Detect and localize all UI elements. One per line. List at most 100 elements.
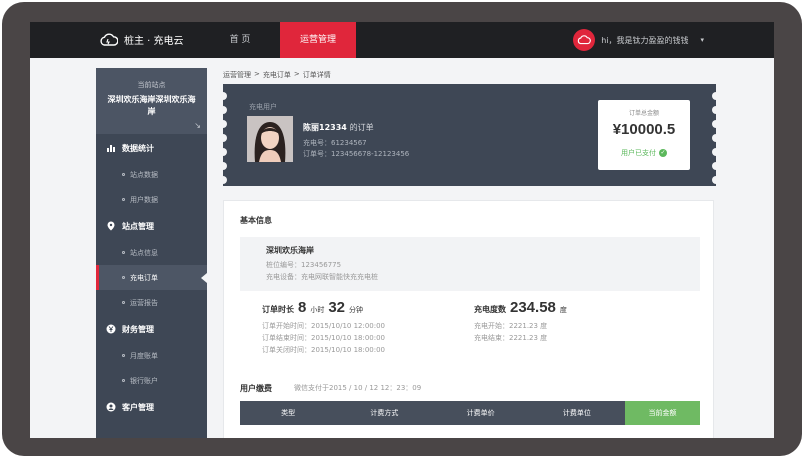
user-portrait-icon bbox=[247, 116, 293, 162]
basic-info-title: 基本信息 bbox=[240, 216, 272, 225]
order-ticket: 充电用户 陈丽12334 的订单 充电号：61234567 订单号：123456… bbox=[219, 84, 720, 186]
order-title: 陈丽12334 的订单 bbox=[303, 122, 374, 133]
cloud-icon bbox=[577, 35, 592, 45]
bullet-icon bbox=[122, 173, 125, 176]
sidebar-section-data[interactable]: 数据统计 bbox=[96, 134, 207, 162]
payment-status: 用户已支付 ✓ bbox=[598, 148, 690, 158]
brand-name: 桩主 · 充电云 bbox=[124, 36, 184, 47]
ticket-notch bbox=[712, 134, 720, 142]
expand-icon[interactable]: ↘ bbox=[194, 121, 201, 130]
sidebar-item-label: 银行账户 bbox=[130, 376, 158, 385]
hours-unit: 小时 bbox=[310, 306, 325, 314]
charge-start-reading: 充电开始：2221.23 度 bbox=[474, 322, 548, 330]
sidebar-item-label: 站点数据 bbox=[130, 170, 158, 179]
nav-home[interactable]: 首 页 bbox=[210, 22, 270, 58]
order-close-time: 订单关闭时间：2015/10/10 18:00:00 bbox=[262, 346, 386, 354]
ticket-notch bbox=[219, 162, 227, 170]
sidebar-item-station-info[interactable]: 站点信息 bbox=[96, 240, 207, 265]
ticket-notch bbox=[712, 92, 720, 100]
sidebar-item-user-data[interactable]: 用户数据 bbox=[96, 187, 207, 212]
bullet-icon bbox=[122, 379, 125, 382]
ticket-notch bbox=[219, 106, 227, 114]
duration-label: 订单时长 bbox=[262, 305, 294, 314]
order-user-name: 陈丽12334 bbox=[303, 123, 347, 132]
order-duration: 订单时长 8 小时 32 分钟 bbox=[262, 299, 363, 316]
order-end-time: 订单结束时间：2015/10/10 18:00:00 bbox=[262, 334, 386, 342]
sidebar-section-station[interactable]: 站点管理 bbox=[96, 212, 207, 240]
column-unit-price: 计费单价 bbox=[466, 409, 495, 417]
user-circle-icon bbox=[106, 402, 116, 412]
bullet-icon bbox=[122, 276, 125, 279]
ticket-notch bbox=[712, 106, 720, 114]
breadcrumb-ops[interactable]: 运营管理 bbox=[223, 70, 251, 80]
top-bar: 桩主 · 充电云 首 页 运营管理 hi，我是钛力盈盈的钱钱 ▾ bbox=[30, 22, 774, 58]
sidebar-item-label: 充电订单 bbox=[130, 273, 158, 282]
sidebar-item-label: 月度账单 bbox=[130, 351, 158, 360]
sidebar-section-finance[interactable]: 财务管理 bbox=[96, 315, 207, 343]
order-amount-card: 订单总金额 ¥10000.5 用户已支付 ✓ bbox=[598, 100, 690, 170]
order-number: 订单号：123456678-12123456 bbox=[303, 150, 410, 158]
payment-time: 微信支付于2015 / 10 / 12 12：23：09 bbox=[294, 384, 422, 392]
avatar bbox=[573, 29, 596, 51]
charged-energy: 充电度数 234.58 度 bbox=[474, 299, 567, 316]
bar-chart-icon bbox=[106, 143, 116, 153]
sidebar-item-charge-orders[interactable]: 充电订单 bbox=[96, 265, 207, 290]
breadcrumb-orders[interactable]: 充电订单 bbox=[263, 70, 291, 80]
breadcrumb-current: 订单详情 bbox=[302, 71, 331, 79]
breadcrumb-separator: > bbox=[293, 70, 300, 78]
ticket-notch bbox=[712, 162, 720, 170]
duration-minutes: 32 bbox=[328, 299, 346, 316]
bullet-icon bbox=[122, 301, 125, 304]
energy-unit: 度 bbox=[559, 306, 567, 314]
order-amount: ¥10000.5 bbox=[612, 121, 676, 138]
current-station-label: 当前站点 bbox=[137, 81, 166, 89]
sidebar-item-label: 用户数据 bbox=[130, 195, 158, 204]
ticket-notch bbox=[219, 134, 227, 142]
bullet-icon bbox=[122, 251, 125, 254]
check-circle-icon: ✓ bbox=[659, 149, 667, 157]
user-photo bbox=[247, 116, 293, 162]
cloud-icon bbox=[100, 33, 118, 46]
pile-number: 桩位编号：123456775 bbox=[266, 261, 342, 269]
order-detail-panel: 基本信息 深圳欢乐海岸 桩位编号：123456775 充电设备：充电网联智能快充… bbox=[223, 200, 714, 438]
app-screen: 桩主 · 充电云 首 页 运营管理 hi，我是钛力盈盈的钱钱 ▾ 当前站点 深圳… bbox=[30, 22, 774, 438]
ticket-notch bbox=[219, 176, 227, 184]
current-station[interactable]: 当前站点 深圳欢乐海岸深圳欢乐海岸 ↘ bbox=[96, 68, 207, 134]
bullet-icon bbox=[122, 198, 125, 201]
sidebar-item-label: 运营报告 bbox=[130, 298, 158, 307]
sidebar-item-ops-report[interactable]: 运营报告 bbox=[96, 290, 207, 315]
charge-number: 充电号：61234567 bbox=[303, 139, 367, 147]
sidebar-item-monthly-bill[interactable]: 月度账单 bbox=[96, 343, 207, 368]
column-type: 类型 bbox=[281, 409, 296, 417]
user-greeting: hi，我是钛力盈盈的钱钱 bbox=[601, 35, 689, 45]
column-billing-unit: 计费单位 bbox=[562, 409, 591, 417]
breadcrumb: 运营管理 > 充电订单 > 订单详情 bbox=[223, 70, 331, 80]
ticket-notch bbox=[219, 92, 227, 100]
column-current-amount: 当前金额 bbox=[625, 401, 700, 425]
nav-operations[interactable]: 运营管理 bbox=[280, 22, 356, 58]
sidebar-item-station-data[interactable]: 站点数据 bbox=[96, 162, 207, 187]
user-menu[interactable]: hi，我是钛力盈盈的钱钱 ▾ bbox=[573, 29, 704, 51]
brand-logo[interactable]: 桩主 · 充电云 bbox=[100, 32, 184, 47]
sidebar: 当前站点 深圳欢乐海岸深圳欢乐海岸 ↘ 数据统计 站点数据 用户数据 站点管理 … bbox=[96, 68, 207, 438]
station-name: 深圳欢乐海岸 bbox=[266, 246, 314, 255]
current-station-name: 深圳欢乐海岸深圳欢乐海岸 bbox=[107, 95, 196, 116]
sidebar-item-bank-account[interactable]: 银行账户 bbox=[96, 368, 207, 393]
user-payment-title: 用户缴费 bbox=[240, 384, 272, 393]
duration-hours: 8 bbox=[298, 299, 307, 316]
ticket-notch bbox=[219, 120, 227, 128]
sidebar-section-customers[interactable]: 客户管理 bbox=[96, 393, 207, 421]
yen-icon bbox=[106, 324, 116, 334]
amount-label: 订单总金额 bbox=[628, 110, 659, 117]
energy-label: 充电度数 bbox=[474, 305, 506, 314]
station-info-box: 深圳欢乐海岸 桩位编号：123456775 充电设备：充电网联智能快充充电桩 bbox=[240, 237, 700, 291]
sidebar-section-label: 财务管理 bbox=[122, 324, 154, 334]
charge-end-reading: 充电结束：2221.23 度 bbox=[474, 334, 548, 342]
device-frame: 桩主 · 充电云 首 页 运营管理 hi，我是钛力盈盈的钱钱 ▾ 当前站点 深圳… bbox=[2, 2, 802, 456]
payment-status-text: 用户已支付 bbox=[621, 149, 656, 157]
chevron-down-icon[interactable]: ▾ bbox=[700, 36, 704, 44]
energy-value: 234.58 bbox=[510, 299, 556, 316]
fee-table-header: 类型 计费方式 计费单价 计费单位 当前金额 bbox=[240, 401, 700, 425]
ticket-notch bbox=[219, 148, 227, 156]
sidebar-section-label: 数据统计 bbox=[122, 143, 154, 153]
